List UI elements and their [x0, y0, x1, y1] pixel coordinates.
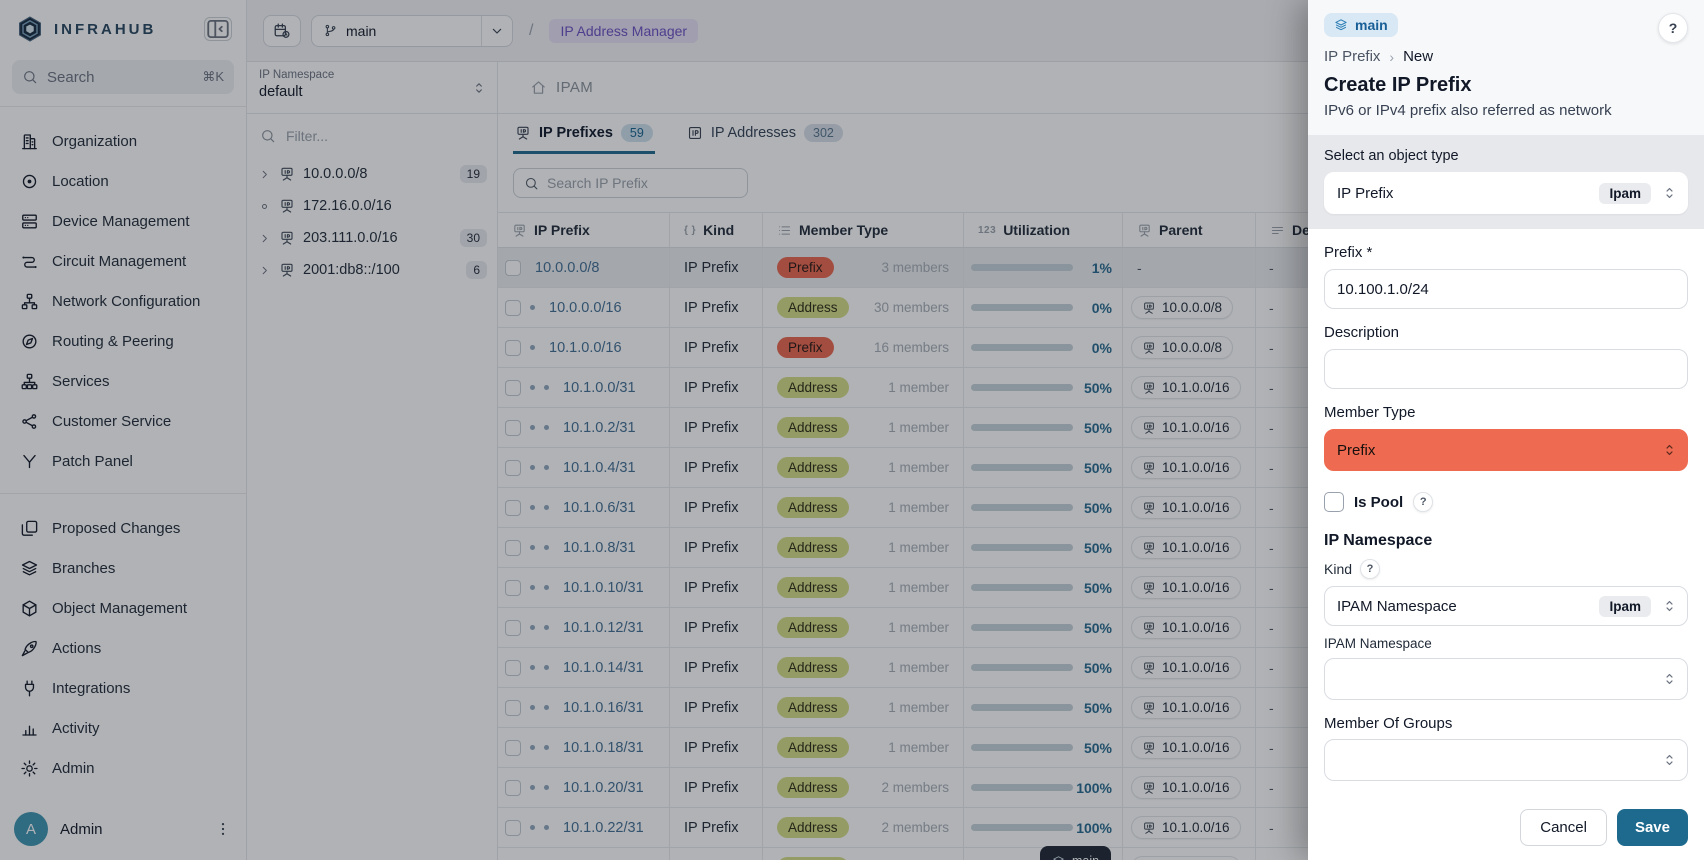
object-type-value: IP Prefix [1337, 185, 1393, 202]
drawer-title: Create IP Prefix [1324, 74, 1688, 97]
kind-label: Kind [1324, 561, 1352, 577]
namespace-badge: Ipam [1599, 183, 1651, 204]
branch-name: main [1355, 17, 1388, 33]
kind-select[interactable]: IPAM Namespace Ipam [1324, 586, 1688, 626]
is-pool-label: Is Pool [1354, 494, 1403, 511]
is-pool-row: Is Pool ? [1324, 492, 1688, 512]
ipam-namespace-select[interactable] [1324, 658, 1688, 700]
prefix-input[interactable] [1337, 281, 1675, 298]
breadcrumb-parent[interactable]: IP Prefix [1324, 48, 1380, 65]
prefix-field-label: Prefix * [1324, 244, 1688, 261]
chevron-updown-icon [1661, 185, 1678, 202]
object-type-label: Select an object type [1324, 148, 1688, 164]
member-type-select[interactable]: Prefix [1324, 429, 1688, 471]
chevron-updown-icon [1661, 671, 1678, 688]
app-screen: INFRAHUB Search ⌘K OrganizationLocationD… [0, 0, 1704, 860]
prefix-field [1324, 269, 1688, 309]
cancel-button[interactable]: Cancel [1520, 809, 1607, 846]
drawer-footer: Cancel Save [1308, 797, 1704, 860]
drawer-breadcrumb: IP Prefix › New [1324, 48, 1688, 65]
kind-value: IPAM Namespace [1337, 598, 1457, 615]
drawer-form: Prefix * Description Member Type Prefix … [1308, 229, 1704, 797]
drawer-header: main ? IP Prefix › New Create IP Prefix … [1308, 0, 1704, 135]
member-type-value: Prefix [1337, 442, 1375, 459]
breadcrumb-current: New [1403, 48, 1433, 65]
chevron-updown-icon [1661, 598, 1678, 615]
member-of-groups-label: Member Of Groups [1324, 715, 1688, 732]
object-type-select[interactable]: IP Prefix Ipam [1324, 172, 1688, 214]
is-pool-checkbox[interactable] [1324, 492, 1344, 512]
chevron-right-icon: › [1389, 49, 1394, 65]
description-input[interactable] [1337, 361, 1675, 378]
is-pool-help-icon[interactable]: ? [1413, 492, 1433, 512]
kind-label-row: Kind ? [1324, 559, 1688, 579]
ip-namespace-section-title: IP Namespace [1324, 532, 1688, 550]
drawer-subtitle: IPv6 or IPv4 prefix also referred as net… [1324, 102, 1688, 119]
chevron-updown-icon [1661, 752, 1678, 769]
help-button[interactable]: ? [1658, 13, 1688, 43]
save-button[interactable]: Save [1617, 809, 1688, 846]
drawer-branch-badge: main [1324, 13, 1398, 37]
description-field [1324, 349, 1688, 389]
create-ip-prefix-drawer: main ? IP Prefix › New Create IP Prefix … [1308, 0, 1704, 860]
member-of-groups-select[interactable] [1324, 739, 1688, 781]
namespace-badge: Ipam [1599, 596, 1651, 617]
kind-help-icon[interactable]: ? [1360, 559, 1380, 579]
object-type-section: Select an object type IP Prefix Ipam [1308, 135, 1704, 229]
modal-overlay[interactable] [0, 0, 1308, 860]
member-type-label: Member Type [1324, 404, 1688, 421]
ipam-namespace-label: IPAM Namespace [1324, 636, 1688, 651]
description-field-label: Description [1324, 324, 1688, 341]
chevron-updown-icon [1661, 442, 1678, 459]
layers-icon [1334, 18, 1348, 32]
